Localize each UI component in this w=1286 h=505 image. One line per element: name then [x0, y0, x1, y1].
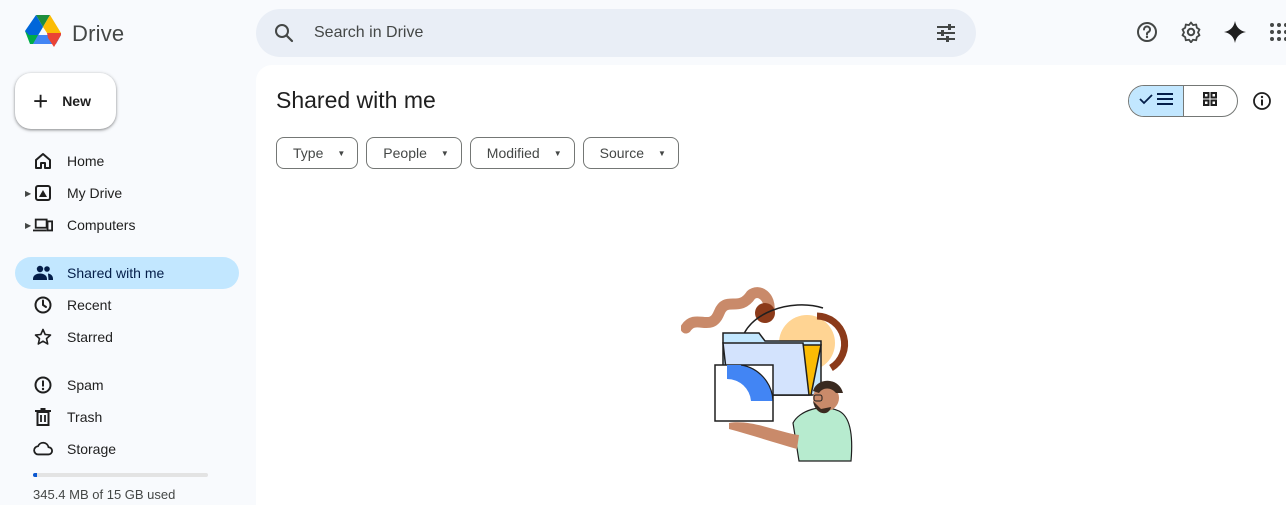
- sidebar-item-trash[interactable]: Trash: [15, 401, 239, 433]
- sidebar-item-shared-with-me[interactable]: Shared with me: [15, 257, 239, 289]
- filter-label: People: [383, 145, 427, 161]
- info-icon[interactable]: [1252, 91, 1272, 111]
- spam-icon: [33, 375, 53, 395]
- filter-type[interactable]: Type ▼: [276, 137, 359, 169]
- computers-icon: [33, 215, 53, 235]
- cloud-icon: [33, 439, 53, 459]
- search-bar[interactable]: Search in Drive: [256, 9, 976, 57]
- filter-label: Source: [599, 145, 644, 161]
- sidebar-item-computers[interactable]: ▶ Computers: [15, 209, 239, 241]
- search-input[interactable]: Search in Drive: [314, 24, 934, 42]
- help-icon[interactable]: [1135, 20, 1159, 44]
- dropdown-arrow-icon: ▼: [658, 148, 666, 158]
- empty-state-illustration: [680, 283, 881, 473]
- sidebar-item-recent[interactable]: Recent: [15, 289, 239, 321]
- sidebar-item-label: Shared with me: [67, 265, 165, 281]
- my-drive-icon: [33, 183, 53, 203]
- sidebar-item-spam[interactable]: Spam: [15, 369, 239, 401]
- sidebar-item-label: Home: [67, 153, 105, 169]
- list-view-button[interactable]: [1129, 86, 1184, 116]
- search-icon[interactable]: [272, 21, 296, 45]
- trash-icon: [33, 407, 53, 427]
- app-name: Drive: [72, 20, 125, 46]
- page-title: Shared with me: [276, 87, 436, 113]
- drive-logo-icon: [24, 14, 62, 53]
- expand-caret-icon[interactable]: ▶: [25, 189, 31, 198]
- sidebar-item-storage[interactable]: Storage: [15, 433, 239, 465]
- settings-icon[interactable]: [1179, 20, 1203, 44]
- clock-icon: [33, 295, 53, 315]
- storage-usage-text: 345.4 MB of 15 GB used: [33, 487, 176, 502]
- home-icon: [33, 151, 53, 171]
- gemini-sparkle-icon[interactable]: [1223, 20, 1247, 44]
- storage-usage-bar: [33, 473, 208, 477]
- sidebar-item-label: Starred: [67, 329, 113, 345]
- dropdown-arrow-icon: ▼: [337, 148, 346, 158]
- filter-modified[interactable]: Modified ▼: [469, 137, 575, 169]
- sidebar-item-my-drive[interactable]: ▶ My Drive: [15, 177, 239, 209]
- check-icon: [1139, 92, 1153, 110]
- filter-label: Modified: [486, 145, 540, 161]
- main-content: Shared with me Type ▼ People ▼ Modified …: [256, 65, 1286, 505]
- sidebar-item-home[interactable]: Home: [15, 145, 239, 177]
- sidebar-item-label: My Drive: [67, 185, 123, 201]
- filter-chips: Type ▼ People ▼ Modified ▼ Source ▼: [276, 137, 679, 169]
- filter-source[interactable]: Source ▼: [582, 137, 679, 169]
- grid-icon: [1203, 91, 1218, 111]
- list-icon: [1156, 92, 1173, 110]
- plus-icon: +: [33, 86, 49, 116]
- sidebar-item-starred[interactable]: Starred: [15, 321, 239, 353]
- sidebar-item-label: Recent: [67, 297, 112, 313]
- star-icon: [33, 327, 53, 347]
- storage-usage-fill: [33, 473, 38, 477]
- apps-grid-icon[interactable]: [1267, 20, 1286, 44]
- new-button-label: New: [62, 93, 91, 109]
- sidebar-item-label: Storage: [67, 441, 117, 457]
- drive-app: Drive Search in Drive + New Home ▶ My Dr…: [0, 0, 1286, 505]
- dropdown-arrow-icon: ▼: [553, 148, 562, 158]
- grid-view-button[interactable]: [1184, 86, 1238, 116]
- sidebar-item-label: Spam: [67, 377, 104, 393]
- search-options-icon[interactable]: [934, 21, 958, 45]
- expand-caret-icon[interactable]: ▶: [25, 221, 31, 230]
- header-actions: [1135, 20, 1286, 44]
- drive-logo[interactable]: Drive: [24, 14, 124, 53]
- shared-people-icon: [33, 263, 53, 283]
- sidebar-item-label: Trash: [67, 409, 103, 425]
- dropdown-arrow-icon: ▼: [440, 148, 449, 158]
- filter-people[interactable]: People ▼: [366, 137, 462, 169]
- filter-label: Type: [293, 145, 324, 161]
- view-toggle[interactable]: [1128, 85, 1238, 117]
- new-button[interactable]: + New: [15, 73, 116, 129]
- sidebar-item-label: Computers: [67, 217, 136, 233]
